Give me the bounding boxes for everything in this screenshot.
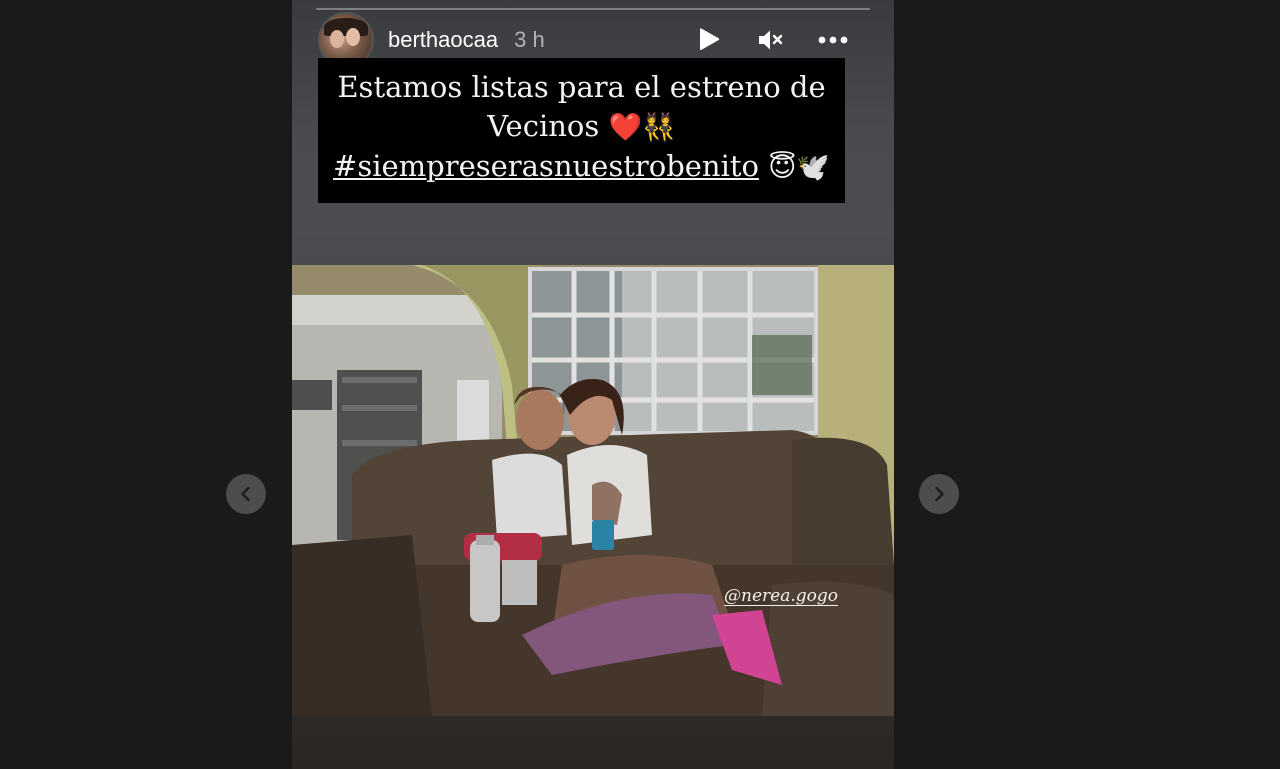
caption-line-2: Vecinos ❤️👯: [487, 109, 676, 143]
angel-dove-emoji: 😇🕊️: [768, 152, 830, 183]
story-card[interactable]: berthaocaa 3 h Estamos listas para el es…: [292, 0, 894, 769]
more-options-icon: [818, 36, 848, 44]
previous-story-button[interactable]: [226, 474, 266, 514]
next-story-button[interactable]: [919, 474, 959, 514]
caption-line-3: #siempreserasnuestrobenito 😇🕊️: [326, 147, 837, 187]
story-photo: @nerea.gogo: [292, 265, 894, 716]
chevron-left-icon: [241, 486, 250, 502]
timestamp: 3 h: [514, 27, 545, 52]
story-viewer: berthaocaa 3 h Estamos listas para el es…: [0, 0, 1280, 769]
mute-button[interactable]: [756, 25, 786, 55]
play-icon: [700, 28, 720, 51]
heart-dancers-emoji: ❤️👯: [608, 112, 676, 143]
story-progress-bar: [316, 8, 870, 10]
more-options-button[interactable]: [818, 25, 848, 55]
living-room-photo: [292, 265, 894, 716]
photo-mention-tag[interactable]: @nerea.gogo: [724, 587, 838, 606]
username[interactable]: berthaocaa: [388, 27, 498, 53]
caption-line-1: Estamos listas para el estreno de: [337, 70, 826, 104]
story-controls: [694, 25, 868, 55]
muted-speaker-icon: [759, 30, 783, 50]
hashtag-link[interactable]: #siempreserasnuestrobenito: [333, 149, 759, 183]
story-caption: Estamos listas para el estreno de Vecino…: [318, 58, 845, 203]
play-button[interactable]: [694, 25, 724, 55]
chevron-right-icon: [935, 486, 944, 502]
